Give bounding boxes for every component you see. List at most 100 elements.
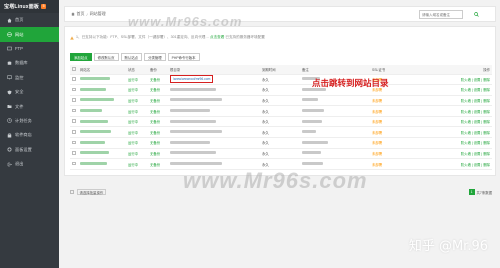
site-name-redacted[interactable] xyxy=(80,151,109,155)
backup-link[interactable]: 无备份 xyxy=(150,141,160,145)
backup-link[interactable]: 无备份 xyxy=(150,152,160,156)
backup-link[interactable]: 无备份 xyxy=(150,99,160,103)
sidebar-item-10[interactable]: 退出 xyxy=(0,157,59,171)
status-running[interactable]: 运行中 xyxy=(128,163,138,167)
site-name-redacted[interactable] xyxy=(80,87,106,91)
row-actions[interactable]: 防火墙 | 设置 | 删除 xyxy=(461,163,490,167)
row-checkbox[interactable] xyxy=(72,108,76,113)
sidebar-item-0[interactable]: 首页 xyxy=(0,13,59,27)
table-row[interactable]: 运行中 无备份 永久 未部署 防火墙 | 设置 | 删除 xyxy=(70,84,492,96)
backup-link[interactable]: 无备份 xyxy=(150,120,160,124)
note-redacted[interactable] xyxy=(302,109,324,113)
sidebar-item-8[interactable]: 软件商店 xyxy=(0,128,59,142)
batch-select[interactable]: 请选择批量操作 xyxy=(76,189,107,195)
site-name-redacted[interactable] xyxy=(80,119,108,123)
row-actions[interactable]: 防火墙 | 设置 | 删除 xyxy=(461,88,490,92)
root-path-redacted[interactable] xyxy=(170,109,210,113)
note-redacted[interactable] xyxy=(302,140,328,144)
breadcrumb-home[interactable]: 首页 xyxy=(77,11,85,17)
pager-checkbox[interactable] xyxy=(70,190,74,194)
expire-value[interactable]: 永久 xyxy=(262,120,269,124)
root-path-redacted[interactable] xyxy=(170,130,222,134)
sidebar-item-4[interactable]: 监控 xyxy=(0,71,59,85)
note-redacted[interactable] xyxy=(302,119,322,123)
select-all-checkbox[interactable] xyxy=(72,67,76,71)
default-page-button[interactable]: 修改默认页 xyxy=(93,53,119,61)
site-name-redacted[interactable] xyxy=(80,140,105,144)
row-checkbox[interactable] xyxy=(72,77,76,81)
root-path-redacted[interactable] xyxy=(170,140,210,144)
row-checkbox[interactable] xyxy=(72,98,76,102)
row-actions[interactable]: 防火墙 | 设置 | 删除 xyxy=(461,110,490,114)
row-checkbox[interactable] xyxy=(72,130,76,134)
row-checkbox[interactable] xyxy=(72,161,76,166)
page-number[interactable]: 1 xyxy=(468,189,475,195)
expire-value[interactable]: 永久 xyxy=(262,110,269,114)
row-actions[interactable]: 防火墙 | 设置 | 删除 xyxy=(461,99,490,103)
site-name-redacted[interactable] xyxy=(80,77,110,81)
sidebar-item-2[interactable]: FTP xyxy=(0,42,59,56)
table-row[interactable]: 运行中 无备份 永久 未部署 防火墙 | 设置 | 删除 xyxy=(70,105,492,117)
row-checkbox[interactable] xyxy=(72,119,76,123)
notification-badge[interactable]: 5 xyxy=(41,4,47,9)
col-header-expire[interactable]: 到期时间 xyxy=(260,65,300,75)
root-path-redacted[interactable] xyxy=(170,119,216,123)
status-running[interactable]: 运行中 xyxy=(128,78,138,82)
ssl-status[interactable]: 未部署 xyxy=(372,131,382,135)
site-name-redacted[interactable] xyxy=(80,162,107,166)
category-button[interactable]: 分类管理 xyxy=(144,53,166,61)
status-running[interactable]: 运行中 xyxy=(128,88,138,92)
ssl-status[interactable]: 未部署 xyxy=(372,141,382,145)
status-running[interactable]: 运行中 xyxy=(128,110,138,114)
sidebar-item-1[interactable]: 网站 xyxy=(0,27,59,42)
search-input[interactable] xyxy=(419,10,463,19)
expire-value[interactable]: 永久 xyxy=(262,88,269,92)
table-row[interactable]: 运行中 无备份 永久 未部署 防火墙 | 设置 | 删除 xyxy=(70,137,492,149)
table-row[interactable]: 运行中 无备份 永久 未部署 防火墙 | 设置 | 删除 xyxy=(70,148,492,160)
site-name-redacted[interactable] xyxy=(80,98,114,102)
note-redacted[interactable] xyxy=(302,130,316,134)
row-actions[interactable]: 防火墙 | 设置 | 删除 xyxy=(461,131,490,135)
row-actions[interactable]: 防火墙 | 设置 | 删除 xyxy=(461,78,490,82)
table-row[interactable]: 运行中 无备份 永久 未部署 防火墙 | 设置 | 删除 xyxy=(70,116,492,128)
sidebar-item-9[interactable]: 面板设置 xyxy=(0,143,59,157)
ssl-status[interactable]: 未部署 xyxy=(372,99,382,103)
expire-value[interactable]: 永久 xyxy=(262,131,269,135)
sidebar-item-3[interactable]: 数据库 xyxy=(0,56,59,70)
col-header-name[interactable]: 网站名 xyxy=(78,65,126,75)
status-running[interactable]: 运行中 xyxy=(128,131,138,135)
root-path-redacted[interactable] xyxy=(170,151,216,155)
backup-link[interactable]: 无备份 xyxy=(150,78,160,82)
search-button[interactable] xyxy=(471,10,481,19)
table-row[interactable]: 运行中 无备份/www/wwwroot/mr96.com 永久 未部署 防火墙 | 设置… xyxy=(70,74,492,86)
site-name-redacted[interactable] xyxy=(80,109,102,113)
expire-value[interactable]: 永久 xyxy=(262,163,269,167)
row-actions[interactable]: 防火墙 | 设置 | 删除 xyxy=(461,141,490,145)
status-running[interactable]: 运行中 xyxy=(128,120,138,124)
expire-value[interactable]: 永久 xyxy=(262,152,269,156)
site-name-redacted[interactable] xyxy=(80,130,111,134)
row-checkbox[interactable] xyxy=(72,151,76,155)
add-site-button[interactable]: 添加站点 xyxy=(70,53,92,61)
expire-value[interactable]: 永久 xyxy=(262,99,269,103)
root-path-redacted[interactable] xyxy=(170,87,216,91)
root-path-redacted[interactable] xyxy=(170,98,222,102)
root-path-link[interactable]: /www/wwwroot/mr96.com xyxy=(170,75,214,84)
backup-link[interactable]: 无备份 xyxy=(150,88,160,92)
status-running[interactable]: 运行中 xyxy=(128,99,138,103)
backup-link[interactable]: 无备份 xyxy=(150,163,160,167)
sidebar-item-5[interactable]: 安全 xyxy=(0,85,59,99)
row-checkbox[interactable] xyxy=(72,140,76,145)
root-path-redacted[interactable] xyxy=(170,162,222,166)
table-row[interactable]: 运行中 无备份 永久 未部署 防火墙 | 设置 | 删除 xyxy=(70,95,492,107)
table-row[interactable]: 运行中 无备份 永久 未部署 防火墙 | 设置 | 删除 xyxy=(70,126,492,139)
backup-link[interactable]: 无备份 xyxy=(150,131,160,135)
ssl-status[interactable]: 未部署 xyxy=(372,110,382,114)
sidebar-item-7[interactable]: 计划任务 xyxy=(0,114,59,128)
note-redacted[interactable] xyxy=(302,151,321,155)
backup-link[interactable]: 无备份 xyxy=(150,110,160,114)
php-cli-button[interactable]: PHP命令行版本 xyxy=(167,53,200,61)
default-site-button[interactable]: 默认站点 xyxy=(120,53,143,61)
status-running[interactable]: 运行中 xyxy=(128,141,138,145)
status-running[interactable]: 运行中 xyxy=(128,152,138,156)
